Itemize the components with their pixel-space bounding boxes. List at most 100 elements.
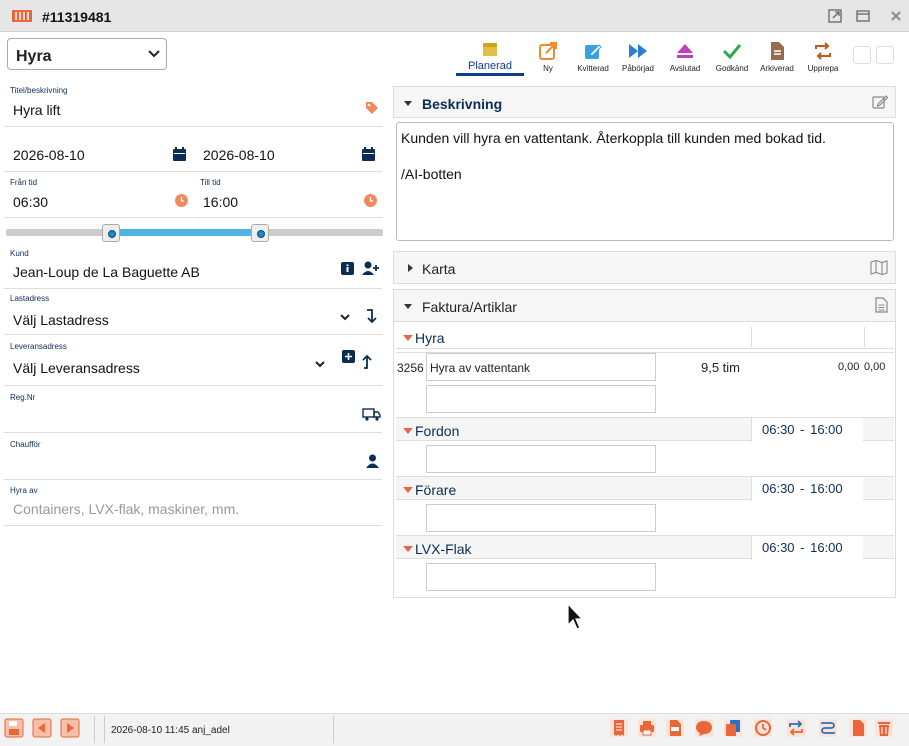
new-article-input[interactable] [426, 445, 656, 473]
reg-nr-field[interactable]: Reg.Nr [4, 387, 382, 433]
delivery-address-value: Välj Leveransadress [13, 360, 140, 376]
invoice-article-row[interactable]: 3256 Hyra av vattentank 9,5 tim 0,00 0,0… [396, 352, 894, 382]
status-label: Godkänd [715, 64, 749, 73]
status-godkand[interactable]: Godkänd [710, 40, 754, 76]
article-code: 3256 [397, 361, 424, 375]
driver-field[interactable]: Chaufför [4, 434, 382, 480]
invoice-group-forare[interactable]: Förare 06:30 - 16:00 [396, 476, 894, 501]
next-icon[interactable] [60, 718, 80, 738]
new-document-icon[interactable] [848, 718, 868, 738]
article-text: Hyra av vattentank [430, 361, 531, 375]
repeat-icon[interactable] [786, 718, 806, 738]
load-address-label: Lastadress [10, 294, 50, 303]
date-from-field[interactable]: 2026-08-10 [4, 128, 193, 172]
driver-label: Chaufför [10, 440, 41, 449]
calendar-icon[interactable] [173, 147, 186, 161]
previous-icon[interactable] [32, 718, 52, 738]
truck-icon[interactable] [362, 407, 381, 421]
new-article-input[interactable] [426, 563, 656, 591]
maximize-icon[interactable] [855, 8, 871, 24]
clock-icon[interactable] [364, 194, 377, 207]
invoice-group-name: Förare [415, 482, 457, 498]
info-icon[interactable] [341, 262, 354, 275]
window-title: #11319481 [42, 9, 112, 25]
new-article-input[interactable] [426, 385, 656, 413]
eject-icon [663, 40, 707, 62]
slider-start-handle[interactable] [102, 224, 120, 242]
fast-forward-icon [616, 40, 660, 62]
from-time-label: Från tid [10, 178, 38, 187]
invoice-header[interactable]: Faktura/Artiklar [393, 289, 896, 322]
invoice-group-name: Fordon [415, 423, 460, 439]
add-user-icon[interactable] [362, 261, 380, 276]
chevron-down-icon[interactable] [340, 314, 350, 321]
article-text-input[interactable]: Hyra av vattentank [426, 353, 656, 381]
status-label: Avslutad [669, 64, 701, 73]
receipt-icon[interactable] [609, 718, 629, 738]
user-icon[interactable] [366, 454, 379, 468]
print-icon[interactable] [637, 718, 657, 738]
sms-icon[interactable] [694, 718, 714, 738]
tag-icon[interactable] [365, 101, 379, 115]
status-label: Upprepa [807, 64, 839, 73]
invoice-group-fordon[interactable]: Fordon 06:30 - 16:00 [396, 417, 894, 442]
copy-icon[interactable] [723, 718, 743, 738]
to-time-field[interactable]: Till tid 16:00 [194, 173, 382, 218]
chevron-down-icon[interactable] [315, 361, 325, 368]
caret-down-icon [404, 101, 412, 106]
delivery-address-field[interactable]: Leveransadress Välj Leveransadress [4, 336, 382, 386]
order-type-value: Hyra [16, 48, 52, 65]
history-icon[interactable] [753, 718, 773, 738]
arrow-turn-down-icon[interactable] [365, 308, 377, 324]
map-icon[interactable] [870, 260, 888, 275]
popout-icon[interactable] [827, 8, 843, 24]
description-textarea[interactable]: Kunden vill hyra en vattentank. Återkopp… [396, 122, 894, 241]
status-label: Ny [543, 64, 553, 73]
invoice-group-lvx-flak[interactable]: LVX-Flak 06:30 - 16:00 [396, 535, 894, 560]
date-to-field[interactable]: 2026-08-10 [194, 128, 382, 172]
clock-icon[interactable] [175, 194, 188, 207]
group-time-range: 06:30 - 16:00 [751, 477, 863, 501]
description-title: Beskrivning [422, 96, 503, 112]
route-icon[interactable] [818, 718, 838, 738]
customer-field[interactable]: Kund Jean-Loup de La Baguette AB [4, 245, 382, 289]
close-icon[interactable] [888, 8, 904, 24]
add-square-icon[interactable] [342, 350, 355, 363]
order-type-select[interactable]: Hyra [7, 38, 167, 70]
load-address-value: Välj Lastadress [13, 312, 109, 328]
customer-value: Jean-Loup de La Baguette AB [13, 264, 200, 280]
status-ny[interactable]: Ny [526, 40, 570, 76]
calendar-icon[interactable] [362, 147, 375, 161]
status-kvitterad[interactable]: Kvitterad [571, 40, 615, 76]
status-paborjad[interactable]: Påbörjad [616, 40, 660, 76]
arrow-turn-up-icon[interactable] [362, 354, 374, 370]
status-upprepa[interactable]: Upprepa [801, 40, 845, 76]
divider [751, 327, 752, 347]
from-time-field[interactable]: Från tid 06:30 [4, 173, 193, 218]
description-header[interactable]: Beskrivning [393, 86, 896, 118]
status-arkiverad[interactable]: Arkiverad [755, 40, 799, 76]
caret-down-icon [403, 546, 413, 552]
new-article-input[interactable] [426, 504, 656, 532]
status-planerad[interactable]: Planerad [468, 40, 512, 76]
caret-down-icon [403, 487, 413, 493]
save-icon[interactable] [4, 718, 24, 738]
status-avslutad[interactable]: Avslutad [663, 40, 707, 76]
title-label: Titel/beskrivning [10, 86, 68, 95]
map-header[interactable]: Karta [393, 251, 896, 284]
title-field[interactable]: Titel/beskrivning Hyra lift [4, 82, 382, 127]
status-label: Kvitterad [577, 64, 609, 73]
divider [864, 327, 865, 347]
status-label: Påbörjad [621, 64, 655, 73]
load-address-field[interactable]: Lastadress Välj Lastadress [4, 290, 382, 335]
rent-field[interactable]: Hyra av Containers, LVX-flak, maskiner, … [4, 481, 382, 526]
time-range-fill [112, 229, 261, 236]
pdf-icon[interactable] [665, 718, 685, 738]
map-title: Karta [422, 261, 456, 277]
invoice-group-hyra[interactable]: Hyra [396, 325, 894, 349]
truck-container-icon [12, 9, 32, 23]
document-icon[interactable] [875, 297, 888, 313]
slider-end-handle[interactable] [251, 224, 269, 242]
trash-icon[interactable] [874, 718, 894, 738]
edit-icon[interactable] [872, 94, 888, 110]
